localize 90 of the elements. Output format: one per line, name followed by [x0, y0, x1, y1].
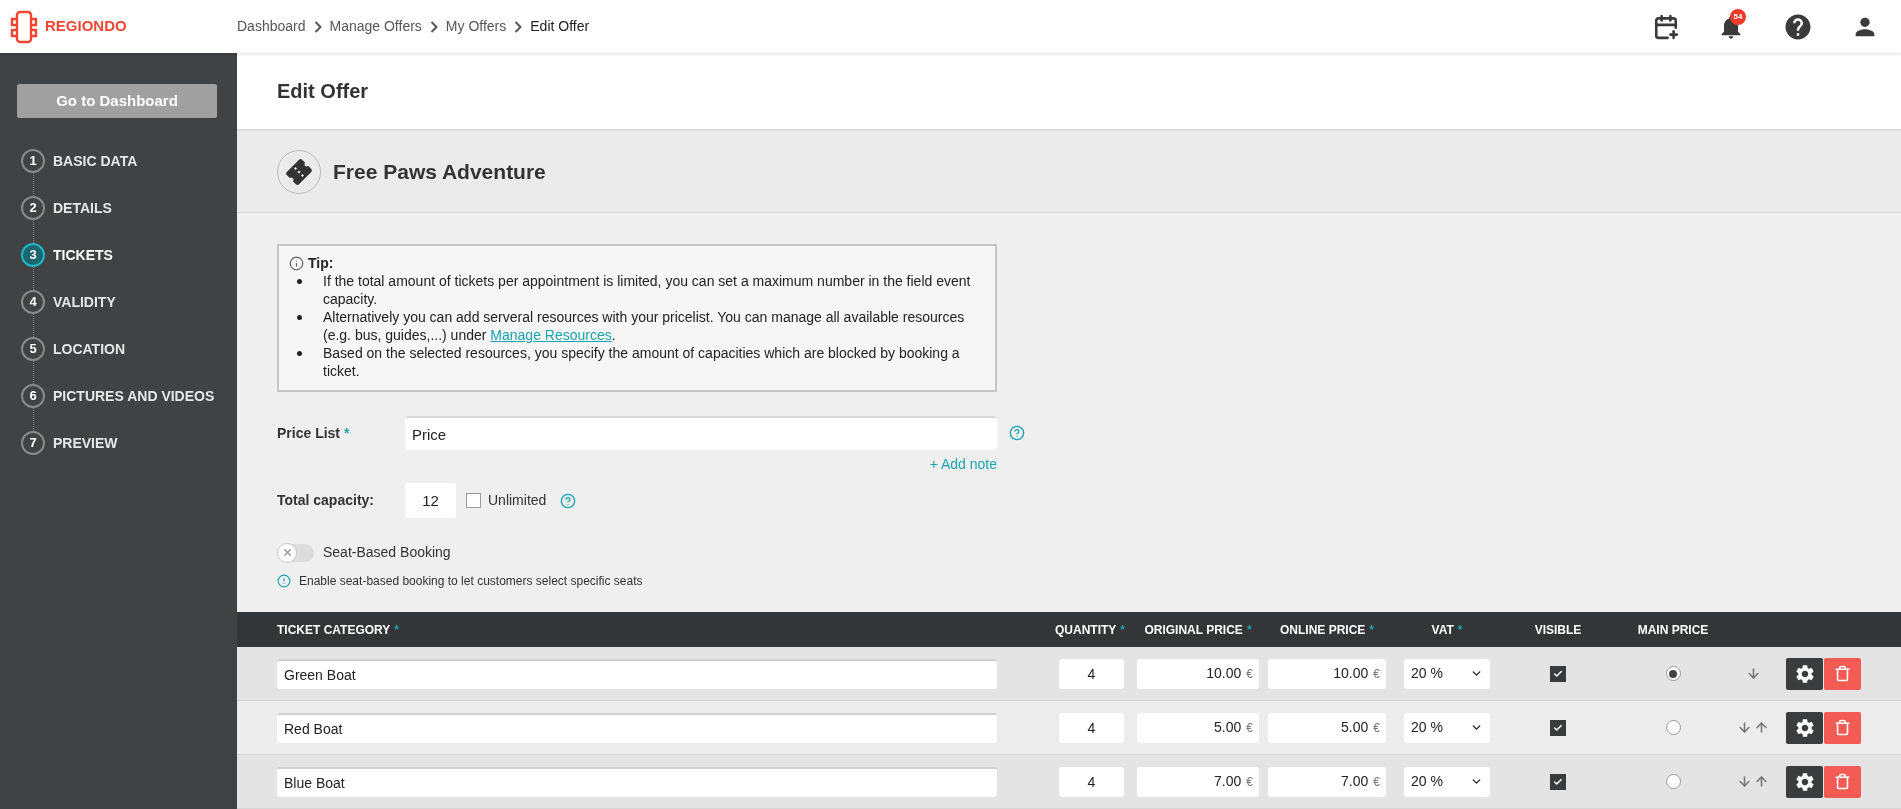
vat-select[interactable]: 20 %: [1404, 712, 1490, 743]
move-down-icon[interactable]: [1737, 774, 1752, 789]
brand-name: REGIONDO: [45, 16, 127, 37]
breadcrumb-link[interactable]: Dashboard: [237, 16, 306, 37]
quantity-field[interactable]: 4: [1059, 712, 1124, 743]
trash-icon: [1834, 773, 1851, 790]
quantity-field[interactable]: 4: [1059, 766, 1124, 797]
step-number[interactable]: 3: [21, 243, 45, 267]
step-label[interactable]: BASIC DATA: [53, 150, 138, 172]
settings-button[interactable]: [1786, 765, 1823, 798]
trash-icon: [1834, 665, 1851, 682]
original-price-field[interactable]: 10.00 €: [1137, 658, 1259, 689]
gear-icon: [1793, 716, 1816, 739]
original-price-field[interactable]: 7.00 €: [1137, 766, 1259, 797]
visible-checkbox[interactable]: [1550, 665, 1566, 682]
ticket-name-field[interactable]: Green Boat: [277, 658, 997, 689]
logo-icon: [9, 9, 39, 44]
column-header: TICKET CATEGORY *: [277, 621, 400, 639]
quantity-field[interactable]: 4: [1059, 658, 1124, 689]
step-number[interactable]: 1: [21, 149, 45, 173]
online-price-field[interactable]: 5.00 €: [1268, 712, 1386, 743]
step-number[interactable]: 7: [21, 431, 45, 455]
breadcrumb-link[interactable]: Manage Offers: [329, 16, 422, 37]
move-down-icon[interactable]: [1745, 666, 1761, 681]
bullet-icon: [297, 351, 302, 356]
visible-checkbox[interactable]: [1550, 719, 1566, 736]
tip-text: Based on the selected resources, you specify the amount of capacities which are blocked by booking a ticket.: [323, 344, 961, 380]
tip-text: If the total amount of tickets per appointment is limited, you can set a maximum number in the field event capacity.: [323, 272, 972, 308]
field-label: Total capacity:: [277, 491, 375, 510]
chevron-right-icon: [514, 20, 523, 33]
settings-button[interactable]: [1786, 657, 1823, 690]
chevron-right-icon: [429, 20, 438, 33]
check-icon: [1553, 668, 1563, 679]
step-number[interactable]: 4: [21, 290, 45, 314]
column-header: ORIGINAL PRICE *: [1143, 621, 1253, 639]
alert-icon: [277, 574, 291, 588]
bullet-icon: [297, 315, 302, 320]
offer-title: Free Paws Adventure: [333, 158, 546, 185]
trash-icon: [1834, 719, 1851, 736]
step-number[interactable]: 6: [21, 384, 45, 408]
total-capacity-field[interactable]: 12: [405, 483, 456, 518]
check-icon: [1553, 776, 1563, 787]
price-list-field[interactable]: Price: [405, 416, 997, 450]
page-title: Edit Offer: [277, 79, 369, 104]
settings-button[interactable]: [1786, 711, 1823, 744]
visible-checkbox[interactable]: [1550, 773, 1566, 790]
ticket-name-field[interactable]: Red Boat: [277, 712, 997, 743]
column-header: VAT *: [1430, 621, 1464, 639]
checkbox-label[interactable]: Unlimited: [488, 490, 547, 511]
bullet-icon: [297, 279, 302, 284]
main-price-radio[interactable]: [1665, 720, 1681, 735]
notification-count: 54: [1730, 8, 1746, 25]
check-icon: [1553, 722, 1563, 733]
ticket-name-field[interactable]: Blue Boat: [277, 766, 997, 797]
move-down-icon[interactable]: [1737, 720, 1752, 735]
info-icon: [289, 255, 304, 271]
step-label[interactable]: PICTURES AND VIDEOS: [53, 385, 215, 407]
hint-text: Enable seat-based booking to let customers select specific seats: [299, 573, 643, 590]
column-header: ONLINE PRICE *: [1279, 621, 1375, 639]
online-price-field[interactable]: 7.00 €: [1268, 766, 1386, 797]
step-label[interactable]: DETAILS: [53, 197, 112, 219]
calendar-add-icon[interactable]: [1653, 13, 1679, 40]
main-price-radio[interactable]: [1665, 666, 1681, 681]
move-up-icon[interactable]: [1754, 720, 1769, 735]
online-price-field[interactable]: 10.00 €: [1268, 658, 1386, 689]
breadcrumb-link[interactable]: My Offers: [445, 16, 507, 37]
vat-select[interactable]: 20 %: [1404, 766, 1490, 797]
chevron-right-icon: [313, 20, 322, 33]
toggle-label: Seat-Based Booking: [323, 543, 451, 562]
move-up-icon[interactable]: [1754, 774, 1769, 789]
tip-title: Tip:: [308, 254, 334, 272]
column-header: MAIN PRICE: [1636, 621, 1710, 639]
column-header: QUANTITY *: [1054, 621, 1126, 639]
step-label[interactable]: VALIDITY: [53, 291, 116, 313]
gear-icon: [1793, 662, 1816, 685]
original-price-field[interactable]: 5.00 €: [1137, 712, 1259, 743]
step-label[interactable]: PREVIEW: [53, 432, 118, 454]
step-number[interactable]: 2: [21, 196, 45, 220]
unlimited-checkbox[interactable]: [466, 493, 481, 508]
vat-select[interactable]: 20 %: [1404, 658, 1490, 689]
seat-booking-toggle[interactable]: [277, 543, 314, 562]
step-label[interactable]: LOCATION: [53, 338, 126, 360]
field-label: Price List *: [277, 423, 351, 443]
main-price-radio[interactable]: [1665, 774, 1681, 789]
column-header: VISIBLE: [1533, 621, 1583, 639]
step-label[interactable]: TICKETS: [53, 244, 113, 266]
gear-icon: [1793, 770, 1816, 793]
tip-text: Alternatively you can add serveral resources with your pricelist. You can manage all available resources (e.g. bus, guides,...) under Manage Resources.: [323, 308, 966, 344]
cross-icon: [281, 547, 293, 558]
step-number[interactable]: 5: [21, 337, 45, 361]
